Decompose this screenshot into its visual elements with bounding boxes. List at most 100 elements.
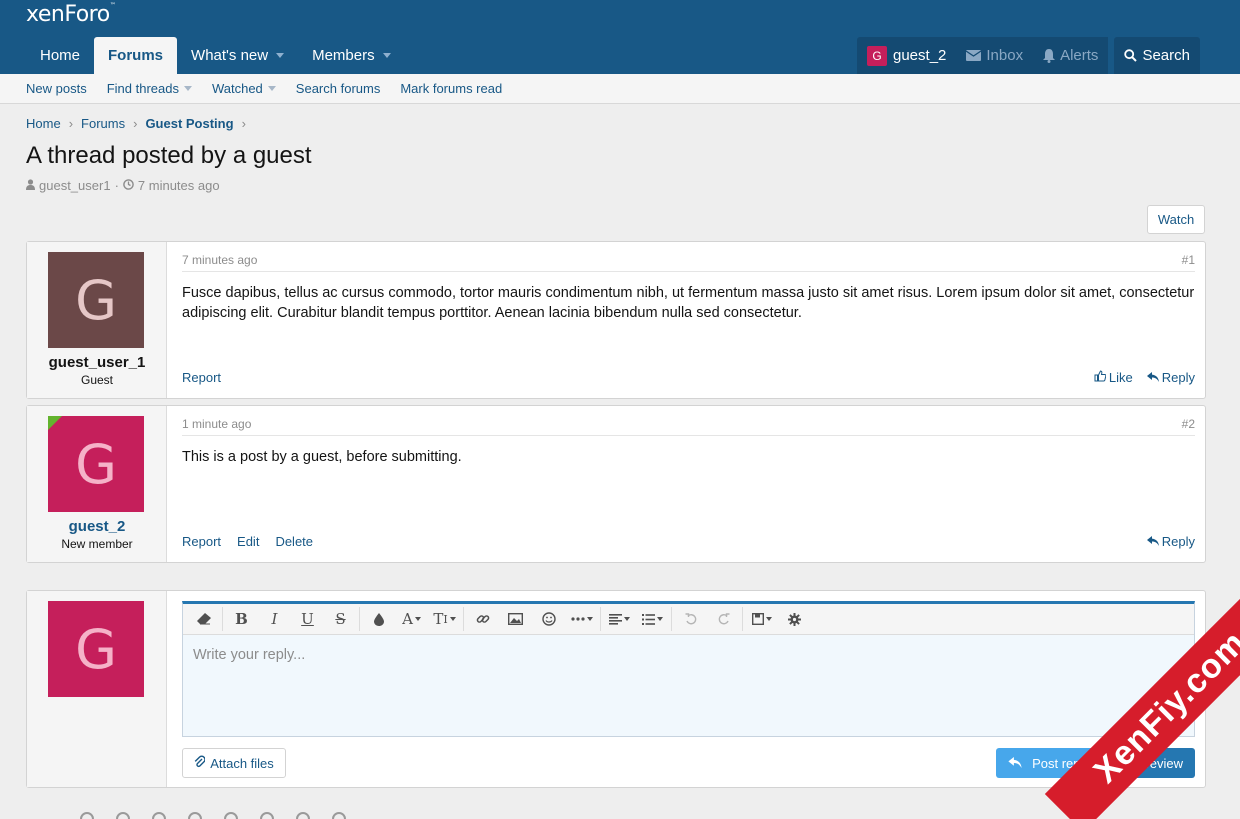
thread-meta: guest_user1 · 7 minutes ago bbox=[26, 178, 220, 193]
more-icon[interactable] bbox=[565, 605, 598, 633]
italic-button[interactable]: I bbox=[258, 605, 291, 633]
delete-link[interactable]: Delete bbox=[275, 534, 313, 549]
tumblr-icon[interactable] bbox=[188, 812, 202, 819]
font-size-glyph: T bbox=[433, 610, 444, 628]
subnav-mark-forums-read[interactable]: Mark forums read bbox=[390, 81, 512, 96]
breadcrumb-home[interactable]: Home bbox=[26, 116, 61, 131]
attach-files-label: Attach files bbox=[210, 755, 274, 771]
underline-button[interactable]: U bbox=[291, 605, 324, 633]
reply-label: Reply bbox=[1161, 534, 1195, 549]
reply-label: Reply bbox=[1161, 370, 1195, 385]
separator-dot: · bbox=[114, 178, 119, 193]
nav-tab-whats-new[interactable]: What's new bbox=[177, 37, 298, 74]
toolbar-separator bbox=[359, 607, 360, 631]
avatar: G bbox=[48, 601, 144, 697]
chevron-right-icon: › bbox=[68, 116, 74, 131]
post-number[interactable]: #2 bbox=[1182, 417, 1195, 431]
post-user-cell: G bbox=[27, 591, 167, 787]
post-footer: Report Edit Delete Reply bbox=[182, 534, 1195, 552]
chevron-down-icon[interactable] bbox=[382, 53, 391, 58]
subnav-search-forums[interactable]: Search forums bbox=[286, 81, 391, 96]
nav-tab-forums[interactable]: Forums bbox=[94, 37, 178, 74]
breadcrumb-forums[interactable]: Forums bbox=[81, 116, 125, 131]
bold-button[interactable]: B bbox=[225, 605, 258, 633]
subnav-find-threads[interactable]: Find threads bbox=[97, 81, 202, 96]
save-draft-icon[interactable] bbox=[745, 605, 778, 633]
share-row bbox=[80, 812, 368, 819]
avatar[interactable]: G bbox=[48, 416, 144, 512]
link-icon[interactable] bbox=[332, 812, 346, 819]
post-username[interactable]: guest_2 bbox=[27, 518, 167, 535]
link-icon[interactable] bbox=[466, 605, 499, 633]
like-button[interactable]: Like bbox=[1094, 370, 1133, 385]
site-logo[interactable]: xenForo™ bbox=[26, 2, 116, 27]
report-link[interactable]: Report bbox=[182, 534, 221, 549]
breadcrumb-guest-posting[interactable]: Guest Posting bbox=[145, 116, 233, 131]
color-drop-icon[interactable] bbox=[362, 605, 395, 633]
font-family-button[interactable]: A bbox=[395, 605, 428, 633]
watch-button[interactable]: Watch bbox=[1147, 205, 1205, 234]
post-time[interactable]: 7 minutes ago bbox=[182, 253, 257, 267]
nav-tab-home[interactable]: Home bbox=[26, 37, 94, 74]
toolbar-separator bbox=[222, 607, 223, 631]
whatsapp-icon[interactable] bbox=[260, 812, 274, 819]
chevron-down-icon[interactable] bbox=[267, 86, 276, 91]
google-icon[interactable] bbox=[152, 812, 166, 819]
inbox-link[interactable]: Inbox bbox=[956, 37, 1034, 74]
post-body: Fusce dapibus, tellus ac cursus commodo,… bbox=[182, 285, 1195, 321]
redo-icon[interactable] bbox=[707, 605, 740, 633]
post: G guest_user_1 Guest 7 minutes ago #1 Fu… bbox=[26, 241, 1206, 399]
image-icon[interactable] bbox=[499, 605, 532, 633]
gear-icon[interactable] bbox=[778, 605, 811, 633]
facebook-icon[interactable] bbox=[80, 812, 94, 819]
avatar: G bbox=[867, 45, 887, 66]
email-icon[interactable] bbox=[296, 812, 310, 819]
undo-icon[interactable] bbox=[674, 605, 707, 633]
chevron-down-icon bbox=[657, 617, 663, 621]
search-button[interactable]: Search bbox=[1114, 37, 1200, 74]
pinterest-icon[interactable] bbox=[224, 812, 238, 819]
paperclip-icon bbox=[194, 755, 210, 771]
list-icon[interactable] bbox=[636, 605, 669, 633]
like-label: Like bbox=[1108, 370, 1133, 385]
avatar[interactable]: G bbox=[48, 252, 144, 348]
nav-tab-members[interactable]: Members bbox=[298, 37, 405, 74]
strikethrough-button[interactable]: S bbox=[324, 605, 357, 633]
eraser-icon[interactable] bbox=[187, 605, 220, 633]
user-title: Guest bbox=[80, 373, 113, 387]
chevron-down-icon bbox=[414, 617, 421, 621]
post-main: 7 minutes ago #1 Fusce dapibus, tellus a… bbox=[182, 242, 1195, 398]
report-link[interactable]: Report bbox=[182, 370, 221, 385]
post-time[interactable]: 1 minute ago bbox=[182, 417, 251, 431]
smiley-icon[interactable] bbox=[532, 605, 565, 633]
reply-button[interactable]: Reply bbox=[1146, 370, 1195, 385]
thread-time[interactable]: 7 minutes ago bbox=[138, 178, 220, 193]
edit-link[interactable]: Edit bbox=[237, 534, 259, 549]
post-body: This is a post by a guest, before submit… bbox=[182, 449, 462, 465]
thumbs-up-icon bbox=[1094, 370, 1109, 385]
subnav-new-posts[interactable]: New posts bbox=[16, 81, 97, 96]
align-icon[interactable] bbox=[603, 605, 636, 633]
subnav-watched[interactable]: Watched bbox=[202, 81, 286, 96]
search-label: Search bbox=[1142, 47, 1190, 64]
bell-icon bbox=[1043, 48, 1056, 63]
account-menu[interactable]: G guest_2 bbox=[857, 37, 957, 74]
toolbar-separator bbox=[671, 607, 672, 631]
post: G guest_2 New member 1 minute ago #2 Thi… bbox=[26, 405, 1206, 563]
chevron-down-icon[interactable] bbox=[276, 53, 285, 58]
alerts-link[interactable]: Alerts bbox=[1033, 37, 1109, 74]
chevron-down-icon bbox=[624, 617, 630, 621]
chevron-down-icon[interactable] bbox=[183, 86, 192, 91]
reply-button[interactable]: Reply bbox=[1146, 534, 1195, 549]
attach-files-button[interactable]: Attach files bbox=[182, 748, 286, 778]
post-footer: Report Like Reply bbox=[182, 370, 1195, 388]
reply-arrow-icon bbox=[1146, 534, 1162, 549]
font-size-button[interactable]: TI bbox=[428, 605, 461, 633]
inbox-label: Inbox bbox=[986, 47, 1024, 64]
twitter-icon[interactable] bbox=[116, 812, 130, 819]
page-title: A thread posted by a guest bbox=[26, 142, 312, 169]
toolbar-separator bbox=[600, 607, 601, 631]
post-user-cell: G guest_user_1 Guest bbox=[27, 242, 167, 398]
post-number[interactable]: #1 bbox=[1182, 253, 1195, 267]
thread-author[interactable]: guest_user1 bbox=[39, 178, 111, 193]
